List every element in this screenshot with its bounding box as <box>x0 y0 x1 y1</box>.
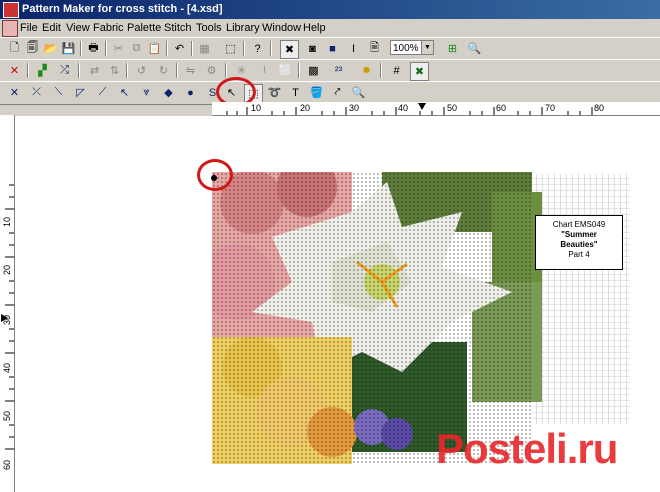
text-cursor-icon[interactable]: I <box>345 40 362 57</box>
vruler-label-40: 40 <box>2 362 12 373</box>
text-tool-icon[interactable]: T <box>287 84 304 101</box>
french-knot-icon[interactable]: ◆ <box>160 84 177 101</box>
half-stitch-icon[interactable]: ⟍ <box>50 84 67 101</box>
cut-icon[interactable]: ✂ <box>110 40 127 57</box>
bead-icon[interactable]: ● <box>182 84 199 101</box>
petite-stitch-icon[interactable]: ⟋ <box>94 84 111 101</box>
hruler-label-20: 20 <box>300 103 311 113</box>
app-icon[interactable] <box>3 2 19 18</box>
block-view-icon[interactable]: ◙ <box>304 40 321 57</box>
quarter-stitch-icon[interactable]: ◸ <box>72 84 89 101</box>
document-icon[interactable] <box>2 20 18 37</box>
long-stitch-icon[interactable]: ⩔ <box>138 84 155 101</box>
menu-stitch[interactable]: Stitch <box>164 22 192 34</box>
zoom-lens-icon[interactable]: 🔍 <box>466 40 483 57</box>
chart-label-line1: Chart EMS049 <box>552 220 606 229</box>
hruler-label-30: 30 <box>349 103 360 113</box>
cross-stitch-view-icon[interactable]: ✖ <box>280 40 299 59</box>
menu-view[interactable]: View <box>66 22 90 34</box>
open-folder-icon[interactable]: 📂 <box>42 40 59 57</box>
chart-label-line4: Part 4 <box>568 250 590 259</box>
new-file-icon[interactable]: 🗋 <box>6 40 23 57</box>
menu-tools[interactable]: Tools <box>196 22 222 34</box>
menu-help[interactable]: Help <box>303 22 326 34</box>
three-quarter-stitch-icon[interactable]: ⤫ <box>28 84 45 101</box>
mirror-horizontal-icon[interactable]: ⇄ <box>86 62 103 79</box>
chart-label-line2: "Summer <box>561 230 597 239</box>
full-stitch-icon[interactable]: ✕ <box>6 84 23 101</box>
vruler-label-20: 20 <box>2 264 12 275</box>
watermark: Posteli.ru <box>436 425 618 472</box>
chart-label: Chart EMS049 "Summer Beauties" Part 4 <box>535 215 623 270</box>
half-select-icon[interactable]: ⫮ <box>256 62 273 79</box>
rotate-right-icon[interactable]: ↻ <box>155 62 172 79</box>
edit-toolbar: ✕ ▞ ⤮ ⇄ ⇅ ↺ ↻ ⇋ ⚙ ✳ ⫮ ⬜ ▩ ²³ ✹ # ✖ <box>0 59 660 83</box>
fill-bucket-icon[interactable]: 🪣 <box>308 84 325 101</box>
menu-bar: File Edit View Fabric Palette Stitch Too… <box>0 19 660 37</box>
eyedropper-icon[interactable]: ⤤ <box>329 84 346 101</box>
vruler-label-10: 10 <box>2 216 12 227</box>
paste-icon[interactable]: 📋 <box>146 40 163 57</box>
delete-icon[interactable]: ✕ <box>6 62 23 79</box>
copy-icon[interactable]: ⧉ <box>128 40 145 57</box>
menu-library[interactable]: Library <box>226 22 260 34</box>
menu-edit[interactable]: Edit <box>42 22 61 34</box>
gear-icon[interactable]: ⚙ <box>203 62 220 79</box>
vruler-label-50: 50 <box>2 410 12 421</box>
hruler-label-10: 10 <box>251 103 262 113</box>
vertical-ruler-ticks <box>1 184 14 450</box>
zoom-tool-icon[interactable]: 🔍 <box>350 84 367 101</box>
origin-dot <box>211 175 217 181</box>
color-block-icon[interactable]: ■ <box>324 40 341 57</box>
vertical-ruler: 10 20 30 40 50 60 <box>0 115 15 492</box>
lasso-select-icon[interactable]: ➰ <box>266 84 283 101</box>
color-add-icon[interactable]: ▞ <box>34 62 51 79</box>
window-title: Pattern Maker for cross stitch - [4.xsd] <box>22 3 223 15</box>
title-bar: Pattern Maker for cross stitch - [4.xsd] <box>0 0 660 19</box>
zoom-dropdown-icon[interactable]: ▼ <box>421 40 434 55</box>
mirror-vertical-icon[interactable]: ⇅ <box>106 62 123 79</box>
horizontal-ruler: 10 20 30 40 50 60 70 80 <box>212 102 660 116</box>
help-icon[interactable]: ? <box>249 40 266 57</box>
palette-grid-icon[interactable]: ▩ <box>305 62 322 79</box>
menu-window[interactable]: Window <box>262 22 301 34</box>
color-replace-icon[interactable]: ⤮ <box>56 62 73 79</box>
horizontal-ruler-ticks <box>226 103 593 115</box>
insert-icon[interactable]: ⬚ <box>222 40 239 57</box>
grid-icon[interactable]: # <box>388 62 405 79</box>
numbering-icon[interactable]: ²³ <box>330 62 347 79</box>
vruler-label-60: 60 <box>2 459 12 470</box>
print-icon[interactable]: 🖶 <box>85 40 102 57</box>
undo-icon[interactable]: ↶ <box>171 40 188 57</box>
fit-window-icon[interactable]: ⊞ <box>444 40 461 57</box>
chart-label-line3: Beauties" <box>560 240 598 249</box>
new-from-image-icon[interactable]: 🗐 <box>24 40 41 57</box>
rotate-left-icon[interactable]: ↺ <box>133 62 150 79</box>
color-swap-icon[interactable]: ✹ <box>358 62 375 79</box>
hruler-label-60: 60 <box>496 103 507 113</box>
menu-file[interactable]: File <box>20 22 38 34</box>
menu-palette[interactable]: Palette <box>127 22 161 34</box>
standard-toolbar: 🗋 🗐 📂 💾 🖶 ✂ ⧉ 📋 ↶ ▦ ⬚ ? ✖ ◙ ■ I 🗎 100% ▼… <box>0 37 660 61</box>
save-icon[interactable]: 💾 <box>60 40 77 57</box>
page-view-icon[interactable]: 🗎 <box>366 40 383 57</box>
hruler-label-80: 80 <box>594 103 605 113</box>
crop-icon[interactable]: ⬜ <box>277 62 294 79</box>
hruler-label-50: 50 <box>447 103 458 113</box>
flip-icon[interactable]: ⇋ <box>182 62 199 79</box>
vruler-label-30: 30 <box>2 314 12 325</box>
disabled-tool-icon[interactable]: ▦ <box>196 40 213 57</box>
menu-fabric[interactable]: Fabric <box>93 22 124 34</box>
hruler-label-40: 40 <box>398 103 409 113</box>
cross-toggle-icon[interactable]: ✖ <box>410 62 429 81</box>
backstitch-icon[interactable]: ↖ <box>116 84 133 101</box>
hruler-label-70: 70 <box>545 103 556 113</box>
